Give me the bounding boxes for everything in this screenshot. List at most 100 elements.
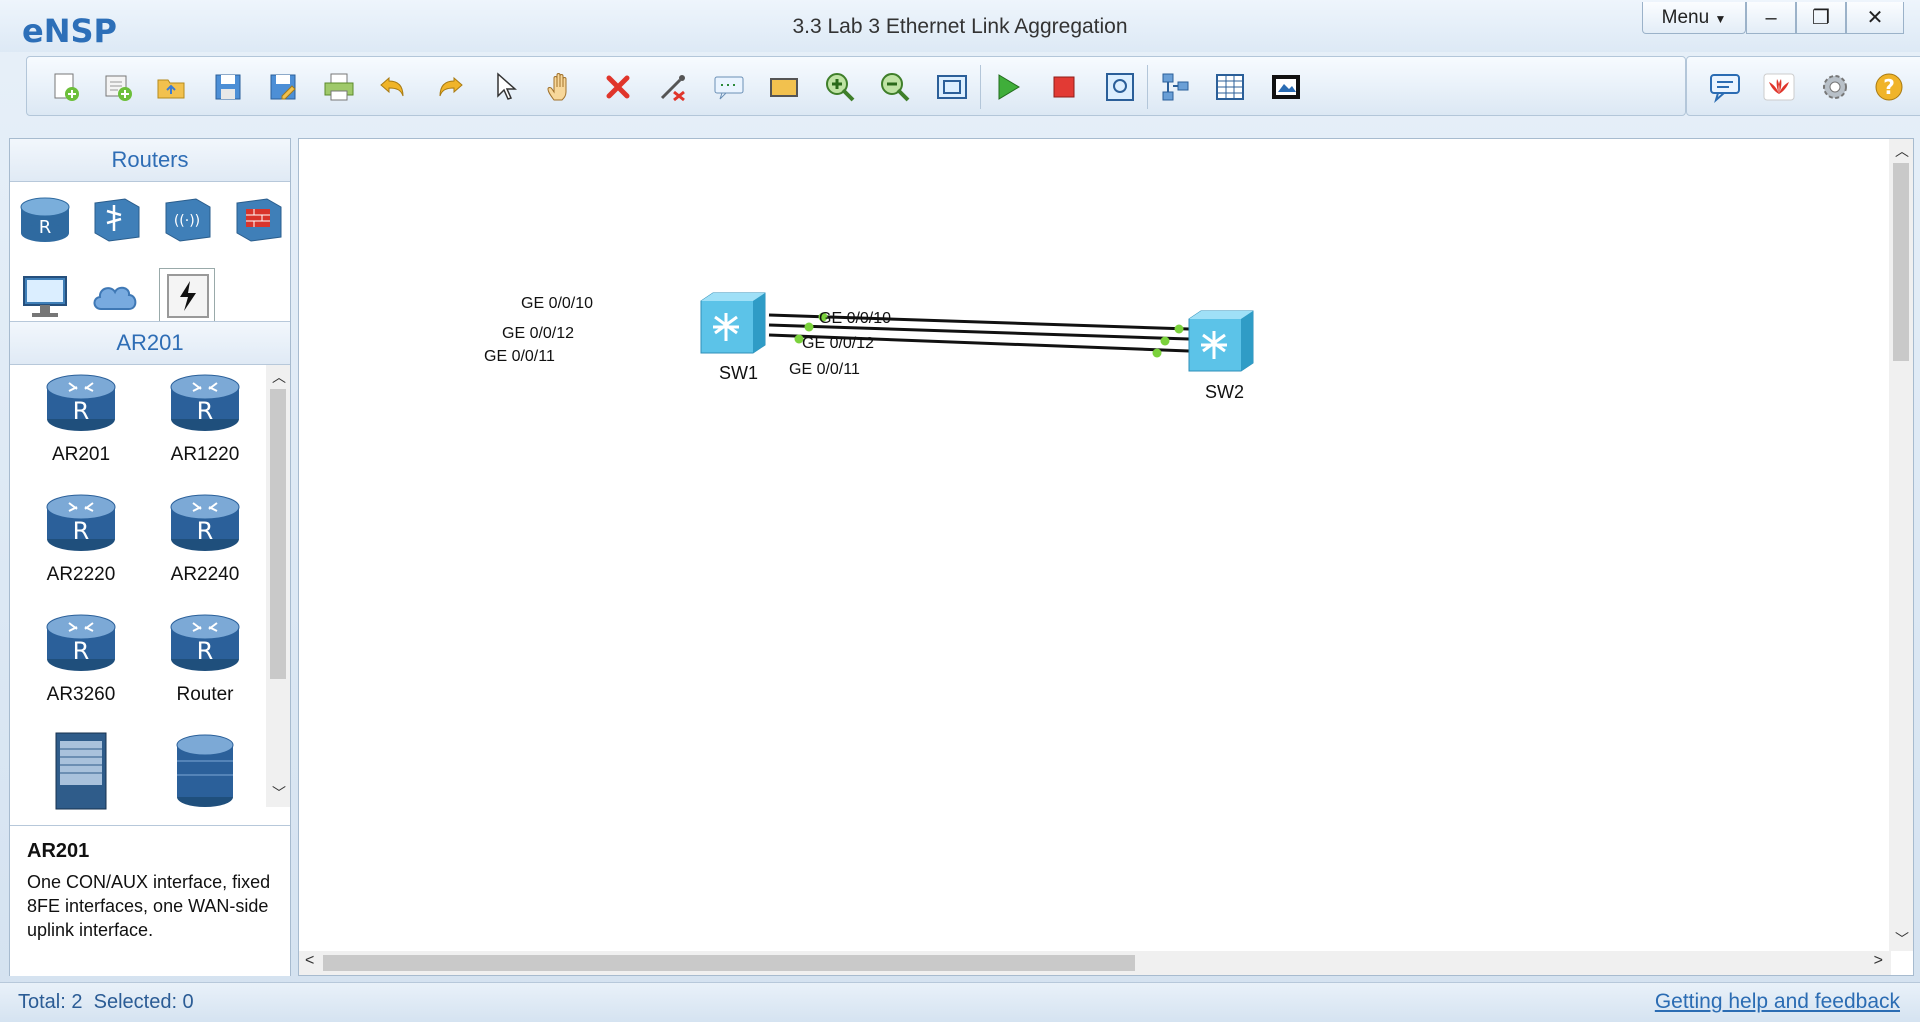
port-indicator [804,322,814,332]
fit-icon[interactable] [934,69,970,105]
settings-icon[interactable] [1817,69,1853,105]
subcategory-title: AR201 [10,321,290,365]
scrollbar-thumb[interactable] [270,389,286,679]
device-label: Router [176,684,234,705]
topology-icon[interactable] [1157,69,1193,105]
open-icon[interactable] [154,69,190,105]
device-ar1220[interactable]: R AR1220 [143,371,267,466]
device-list-scrollbar[interactable]: ︿ ﹀ [266,365,290,807]
port-indicator [1160,336,1170,346]
router-icon: R [143,371,267,440]
router-icon: R [19,491,143,560]
topology-drawing[interactable] [299,139,1889,949]
menu-button[interactable]: Menu ▼ [1642,2,1746,34]
router-icon: R [19,611,143,680]
device-label: AR3260 [46,684,116,705]
cloud-icon[interactable] [89,269,143,323]
new-topology-icon[interactable] [47,69,83,105]
comment-icon[interactable] [1707,69,1743,105]
start-icon[interactable] [990,69,1026,105]
device-ne40e[interactable] [19,731,143,816]
rectangle-icon[interactable] [766,69,802,105]
svg-text:R: R [73,637,90,665]
save-icon[interactable] [210,69,246,105]
svg-text:R: R [197,637,214,665]
device-ne5000e[interactable] [143,731,267,816]
switch-icon[interactable] [89,193,143,247]
svg-text:((·)): ((·)) [174,213,200,229]
router-icon: R [19,371,143,440]
device-chassis-icon [19,731,143,816]
scrollbar-thumb[interactable] [1893,163,1909,361]
port-label: GE 0/0/12 [802,335,875,352]
help-feedback-link[interactable]: Getting help and feedback [1655,990,1900,1014]
port-label: GE 0/0/11 [789,361,860,378]
device-label: AR201 [51,444,111,465]
toolbar-separator [1147,65,1148,109]
scroll-down-icon[interactable]: ﹀ [272,783,286,803]
router-icon: R [143,491,267,560]
help-icon[interactable]: ? [1871,69,1907,105]
category-title: Routers [10,139,290,182]
save-as-icon[interactable] [265,69,301,105]
text-icon[interactable] [711,69,747,105]
firewall-icon[interactable] [231,193,285,247]
pan-hand-icon[interactable] [543,69,579,105]
device-info-description: One CON/AUX interface, fixed 8FE interfa… [27,872,271,940]
switch-node-sw1[interactable] [700,292,766,354]
stop-icon[interactable] [1046,69,1082,105]
scroll-left-icon[interactable]: < [305,952,314,970]
device-ar2220[interactable]: R AR2220 [19,491,143,586]
svg-text:R: R [73,397,90,425]
window-title: 3.3 Lab 3 Ethernet Link Aggregation [792,15,1128,38]
device-ar2240[interactable]: R AR2240 [143,491,267,586]
redo-icon[interactable] [431,69,467,105]
restore-button[interactable]: ❐ [1796,2,1846,34]
huawei-icon[interactable] [1761,69,1797,105]
undo-icon[interactable] [376,69,412,105]
zoom-in-icon[interactable] [822,69,858,105]
port-indicator [1174,324,1184,334]
canvas-horizontal-scrollbar[interactable]: < > [299,951,1891,975]
device-label: AR2240 [170,564,240,585]
screenshot-icon[interactable] [1268,69,1304,105]
device-ar3260[interactable]: R AR3260 [19,611,143,706]
device-panel: Routers R ((·)) AR201 R AR201 R AR1220 R AR222… [9,138,291,976]
scrollbar-thumb[interactable] [323,955,1135,971]
zoom-out-icon[interactable] [877,69,913,105]
device-label: AR2220 [46,564,116,585]
selected-count: Selected: 0 [93,991,194,1013]
scroll-up-icon[interactable]: ︿ [272,367,286,387]
status-counts: Total: 2 Selected: 0 [18,991,194,1014]
select-icon[interactable] [487,69,523,105]
delete-icon[interactable] [600,69,636,105]
link-icon[interactable] [159,268,215,324]
node-label-sw2: SW2 [1205,382,1245,402]
close-button[interactable]: ✕ [1846,2,1904,34]
device-info-title: AR201 [27,840,90,862]
port-indicator [1152,348,1162,358]
device-router[interactable]: R Router [143,611,267,706]
status-bar: Total: 2 Selected: 0 Getting help and fe… [0,982,1920,1022]
total-count: Total: 2 [18,991,83,1013]
canvas-vertical-scrollbar[interactable]: ︿ ﹀ [1889,139,1913,951]
scroll-up-icon[interactable]: ︿ [1895,141,1909,161]
pc-icon[interactable] [18,269,72,323]
device-ar201[interactable]: R AR201 [19,371,143,466]
print-icon[interactable] [321,69,357,105]
port-label: GE 0/0/10 [521,295,594,312]
new-example-icon[interactable] [100,69,136,105]
grid-icon[interactable] [1212,69,1248,105]
device-label: AR1220 [170,444,240,465]
scroll-down-icon[interactable]: ﹀ [1895,929,1909,949]
router-icon[interactable]: R [18,193,72,247]
switch-node-sw2[interactable] [1188,310,1254,372]
title-bar: eNSP 3.3 Lab 3 Ethernet Link Aggregation… [0,0,1920,52]
capture-icon[interactable] [1102,69,1138,105]
svg-text:?: ? [1883,75,1895,99]
wireless-icon[interactable]: ((·)) [160,193,214,247]
minimize-button[interactable]: – [1746,2,1796,34]
delete-link-icon[interactable] [655,69,691,105]
topology-canvas[interactable]: SW1 SW2 GE 0/0/10 GE 0/0/12 GE 0/0/11 GE 0/0/… [298,138,1914,976]
scroll-right-icon[interactable]: > [1874,952,1883,970]
